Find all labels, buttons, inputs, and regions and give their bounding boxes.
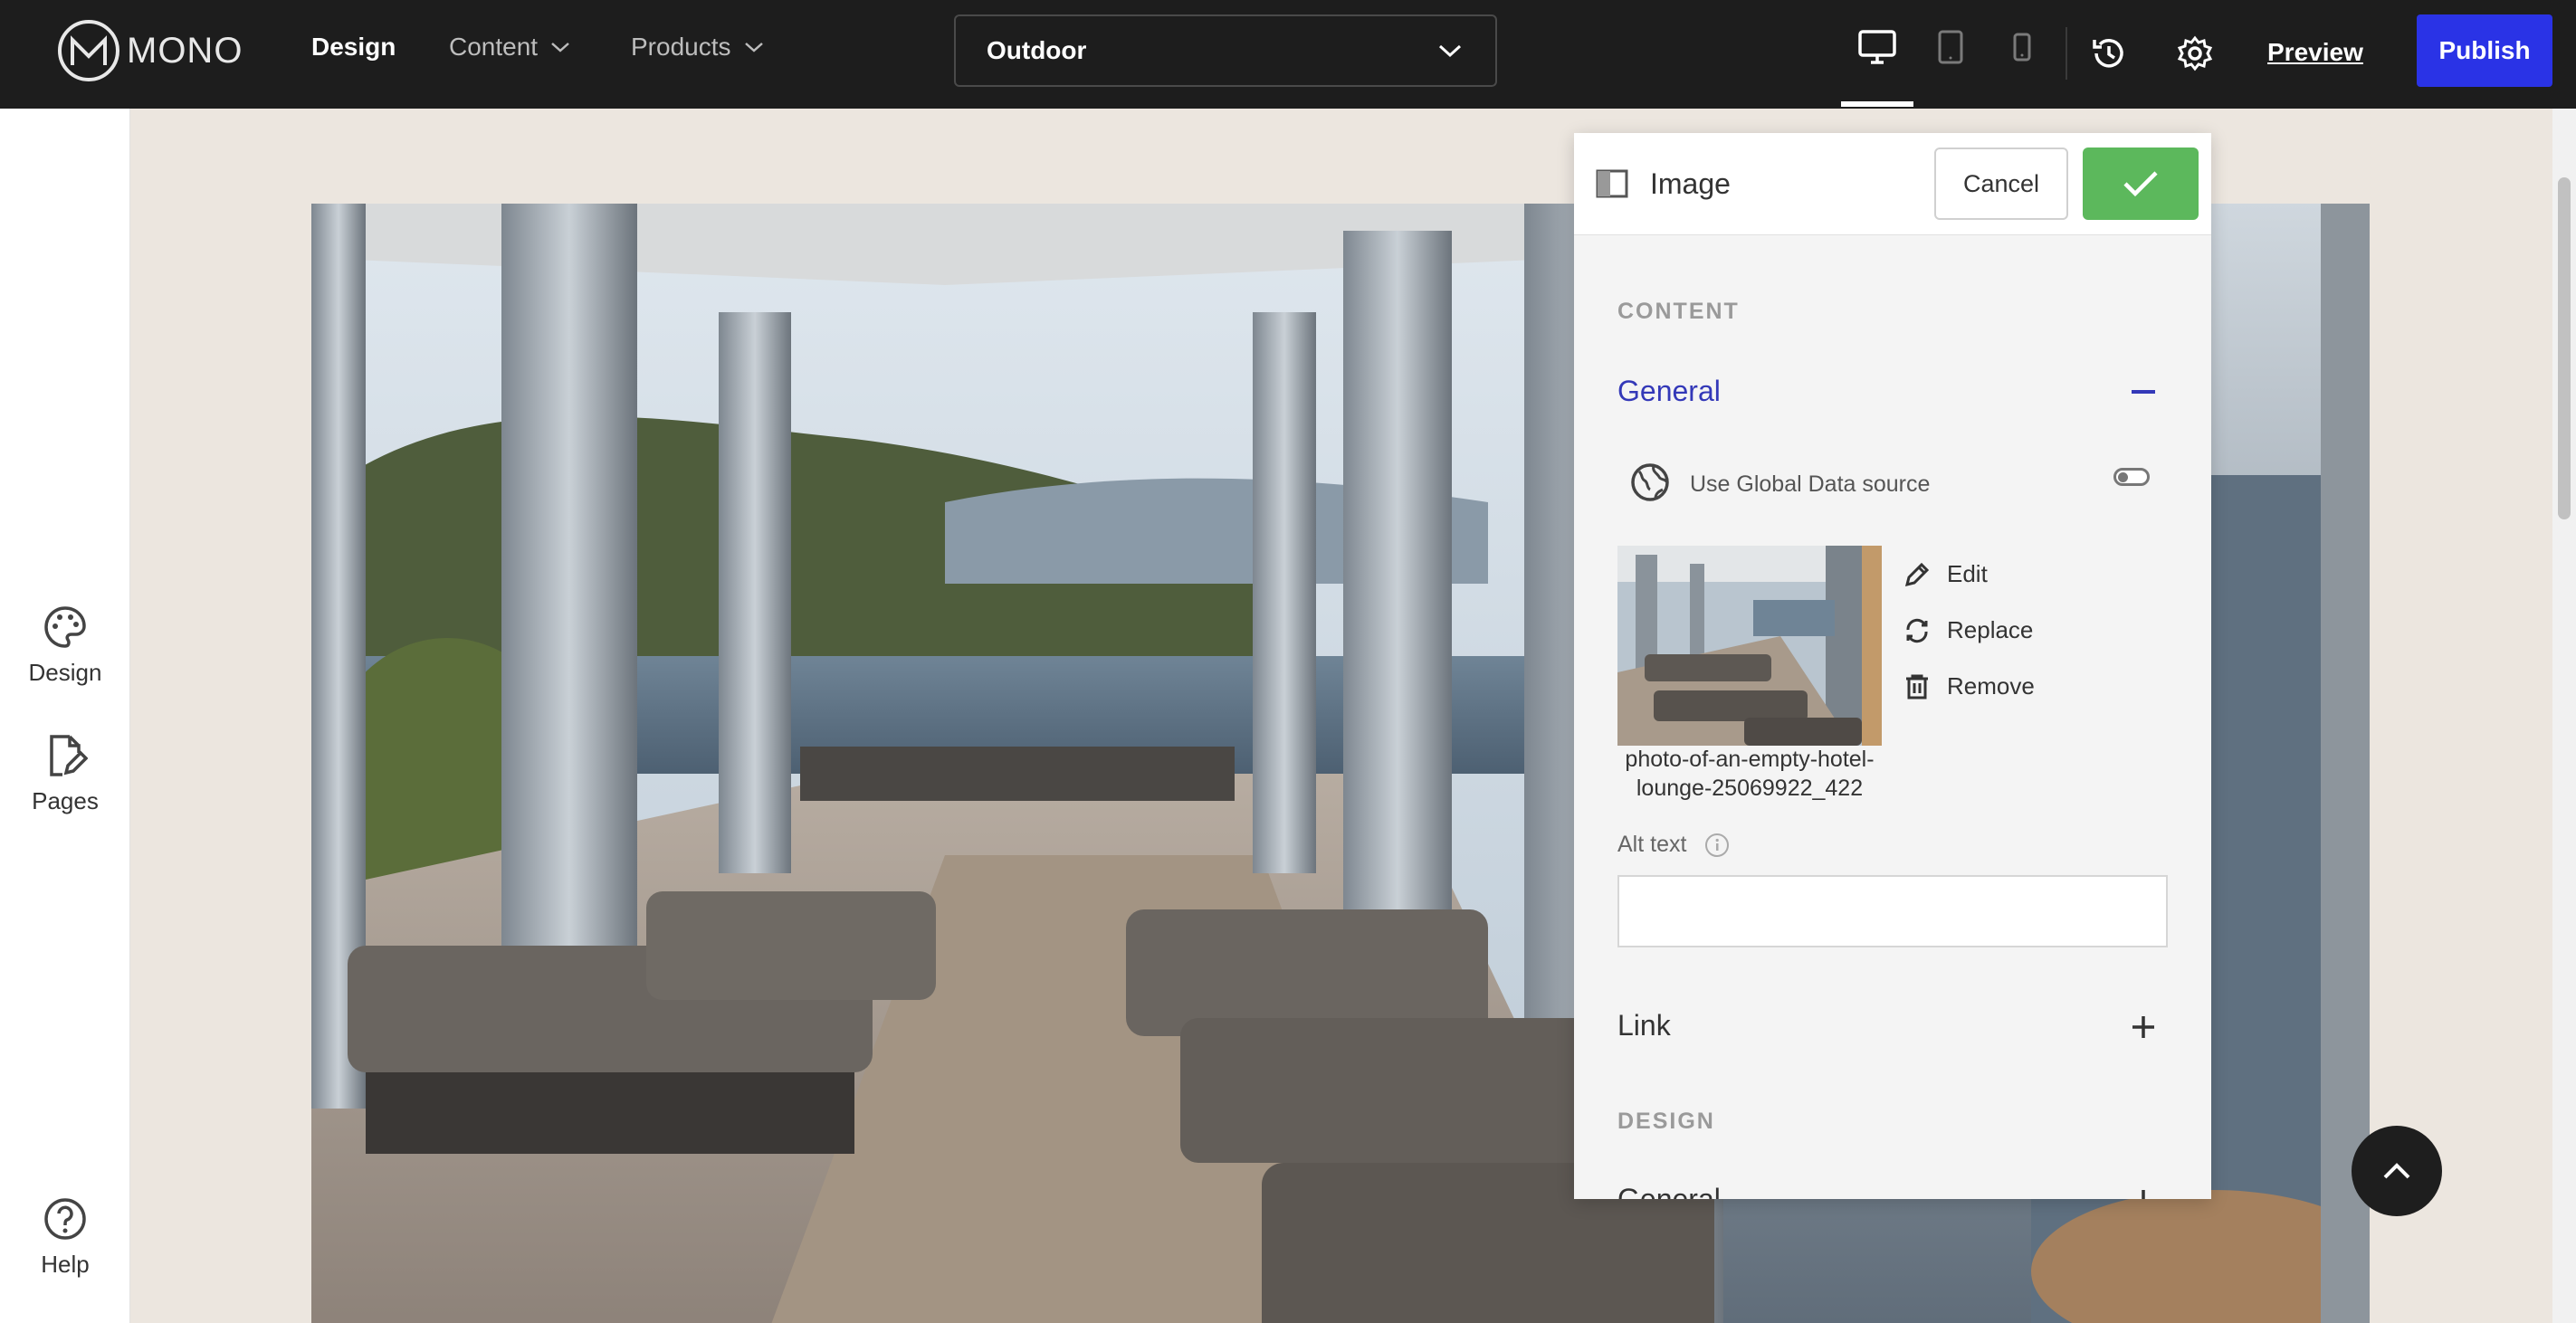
sidebar-item-help[interactable]: Help: [0, 1196, 130, 1279]
design-general-accordion-title[interactable]: General: [1617, 1183, 1721, 1199]
sidebar-item-help-label: Help: [41, 1251, 90, 1278]
help-icon: [44, 1198, 86, 1240]
info-icon[interactable]: [1704, 833, 1730, 858]
publish-button[interactable]: Publish: [2417, 14, 2552, 87]
confirm-button[interactable]: [2083, 148, 2199, 220]
nav-content-label: Content: [449, 33, 539, 61]
toolbar-divider: [2066, 27, 2067, 80]
global-data-toggle[interactable]: [2113, 468, 2150, 486]
global-data-label: Use Global Data source: [1690, 471, 1931, 497]
cancel-button[interactable]: Cancel: [1934, 148, 2068, 220]
plus-icon[interactable]: [2131, 1014, 2156, 1040]
logo-text: MONO: [127, 30, 243, 71]
alt-text-label-row: Alt text: [1617, 832, 1730, 858]
page-select-value: Outdoor: [987, 36, 1087, 64]
pencil-icon: [1904, 562, 1930, 586]
edit-image-button[interactable]: Edit: [1903, 560, 1988, 588]
history-button[interactable]: [2089, 34, 2127, 77]
settings-button[interactable]: [2176, 34, 2214, 77]
globe-icon: [1631, 463, 1669, 501]
panel-layout-icon[interactable]: [1596, 169, 1628, 198]
remove-image-button[interactable]: Remove: [1903, 672, 2035, 700]
design-section-label: DESIGN: [1617, 1109, 1715, 1134]
nav-products[interactable]: Products: [631, 33, 764, 62]
page-scrollbar-thumb[interactable]: [2558, 177, 2571, 519]
chevron-down-icon: [744, 43, 763, 52]
replace-icon: [1906, 618, 1928, 642]
mobile-icon: [2013, 33, 2031, 62]
image-settings-panel: Image Cancel CONTENT General Use Global …: [1574, 133, 2211, 1199]
minus-icon[interactable]: [2132, 390, 2155, 395]
sidebar-item-pages[interactable]: Pages: [0, 733, 130, 815]
arrow-up-icon: [2383, 1163, 2410, 1179]
check-icon: [2123, 171, 2158, 197]
link-accordion-title[interactable]: Link: [1617, 1009, 1671, 1042]
gear-icon: [2177, 35, 2213, 71]
sidebar-item-design[interactable]: Design: [0, 604, 130, 687]
logo-mark-icon: [58, 20, 119, 81]
palette-icon: [44, 606, 86, 648]
plus-icon[interactable]: [2131, 1188, 2156, 1199]
tablet-view-button[interactable]: [1937, 27, 1964, 71]
panel-header: Image Cancel: [1574, 133, 2211, 235]
trash-icon: [1906, 674, 1928, 699]
tablet-icon: [1938, 30, 1963, 64]
alt-text-label: Alt text: [1617, 832, 1687, 857]
preview-link[interactable]: Preview: [2267, 38, 2363, 67]
nav-design-label: Design: [311, 33, 396, 61]
chevron-down-icon: [551, 43, 569, 52]
replace-image-button[interactable]: Replace: [1903, 616, 2033, 644]
left-sidebar: Design Pages Help: [0, 109, 130, 1323]
remove-label: Remove: [1947, 672, 2035, 700]
mobile-view-button[interactable]: [2011, 27, 2033, 71]
image-filename: photo-of-an-empty-hotel-lounge-25069922_…: [1625, 747, 1875, 801]
sidebar-item-design-label: Design: [28, 659, 102, 686]
replace-label: Replace: [1947, 616, 2034, 643]
chevron-down-icon: [1438, 44, 1462, 58]
logo[interactable]: MONO: [58, 20, 243, 81]
desktop-icon: [1858, 30, 1896, 64]
nav-design[interactable]: Design: [311, 33, 396, 62]
nav-products-label: Products: [631, 33, 731, 61]
sidebar-item-pages-label: Pages: [32, 787, 99, 814]
top-bar: MONO Design Content Products Outdoor Pre…: [0, 0, 2576, 109]
content-section-label: CONTENT: [1617, 299, 1740, 324]
thumbnail-photo: [1617, 546, 1882, 746]
nav-content[interactable]: Content: [449, 33, 570, 62]
active-device-indicator: [1841, 101, 1913, 107]
desktop-view-button[interactable]: [1857, 27, 1897, 71]
scroll-to-top-button[interactable]: [2352, 1126, 2442, 1216]
general-accordion-title[interactable]: General: [1617, 375, 1721, 408]
pages-icon: [50, 735, 88, 776]
image-thumbnail[interactable]: [1617, 546, 1882, 746]
alt-text-input[interactable]: [1617, 875, 2168, 947]
panel-title: Image: [1650, 167, 1731, 200]
edit-label: Edit: [1947, 560, 1988, 587]
history-icon: [2093, 39, 2123, 68]
page-select[interactable]: Outdoor: [954, 14, 1497, 87]
